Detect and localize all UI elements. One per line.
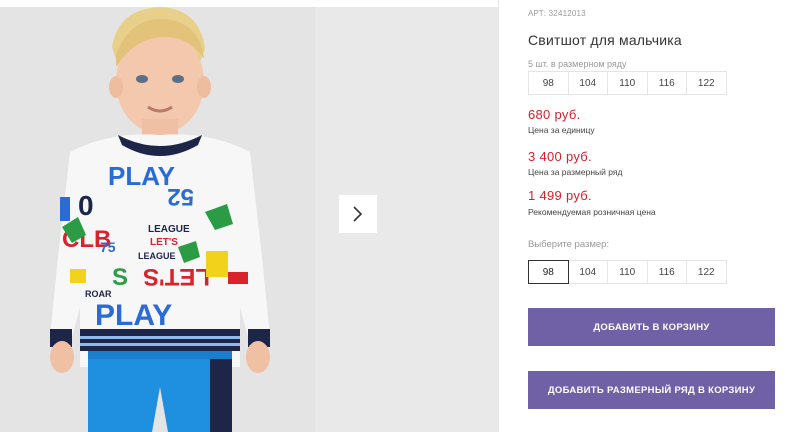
pack-size-cell: 110: [607, 71, 648, 95]
size-picker: 98 104 110 116 122: [528, 260, 727, 284]
unit-price-label: Цена за единицу: [528, 125, 595, 135]
boy-in-sweatshirt-image: PLAY 0 52 CLB LEAGUE LET'S LEAGUE 75 S L…: [0, 7, 315, 432]
pack-size-cell: 116: [646, 71, 687, 95]
size-option-122[interactable]: 122: [686, 260, 727, 284]
size-option-110[interactable]: 110: [607, 260, 648, 284]
svg-text:PLAY: PLAY: [108, 161, 175, 191]
svg-text:LEAGUE: LEAGUE: [138, 251, 176, 261]
gallery-next-button[interactable]: [339, 195, 377, 233]
product-title: Свитшот для мальчика: [528, 32, 682, 48]
size-option-98[interactable]: 98: [528, 260, 569, 284]
chevron-right-icon: [353, 206, 363, 222]
retail-price: 1 499 руб.: [528, 188, 592, 203]
svg-text:LET'S: LET'S: [150, 237, 178, 248]
add-pack-to-cart-button[interactable]: Добавить размерный ряд в корзину: [528, 371, 775, 409]
add-to-cart-button[interactable]: Добавить в корзину: [528, 308, 775, 346]
article-number: АРТ: 32412013: [528, 9, 586, 18]
unit-price: 680 руб.: [528, 107, 581, 122]
product-gallery: PLAY 0 52 CLB LEAGUE LET'S LEAGUE 75 S L…: [0, 0, 498, 432]
retail-price-label: Рекомендуемая розничная цена: [528, 207, 656, 217]
pack-size-cell: 104: [567, 71, 608, 95]
svg-text:LET'S: LET'S: [143, 263, 210, 290]
svg-text:0: 0: [78, 190, 94, 221]
svg-text:52: 52: [167, 183, 194, 210]
pack-price: 3 400 руб.: [528, 149, 592, 164]
pack-size-cell: 122: [686, 71, 727, 95]
pack-sizes: 98 104 110 116 122: [528, 71, 727, 95]
svg-text:LEAGUE: LEAGUE: [148, 224, 190, 235]
product-photo[interactable]: PLAY 0 52 CLB LEAGUE LET'S LEAGUE 75 S L…: [0, 7, 315, 432]
svg-text:S: S: [112, 264, 128, 291]
svg-text:PLAY: PLAY: [95, 299, 172, 332]
size-picker-label: Выберите размер:: [528, 239, 610, 250]
size-option-104[interactable]: 104: [567, 260, 608, 284]
pack-size-label: 5 шт. в размерном ряду: [528, 59, 627, 69]
pack-price-label: Цена за размерный ряд: [528, 167, 623, 177]
svg-text:ROAR: ROAR: [85, 289, 112, 299]
product-info-panel: АРТ: 32412013 Свитшот для мальчика 5 шт.…: [528, 0, 778, 432]
pack-size-cell: 98: [528, 71, 569, 95]
gallery-divider: [498, 0, 499, 432]
svg-text:75: 75: [100, 239, 116, 255]
size-option-116[interactable]: 116: [646, 260, 687, 284]
